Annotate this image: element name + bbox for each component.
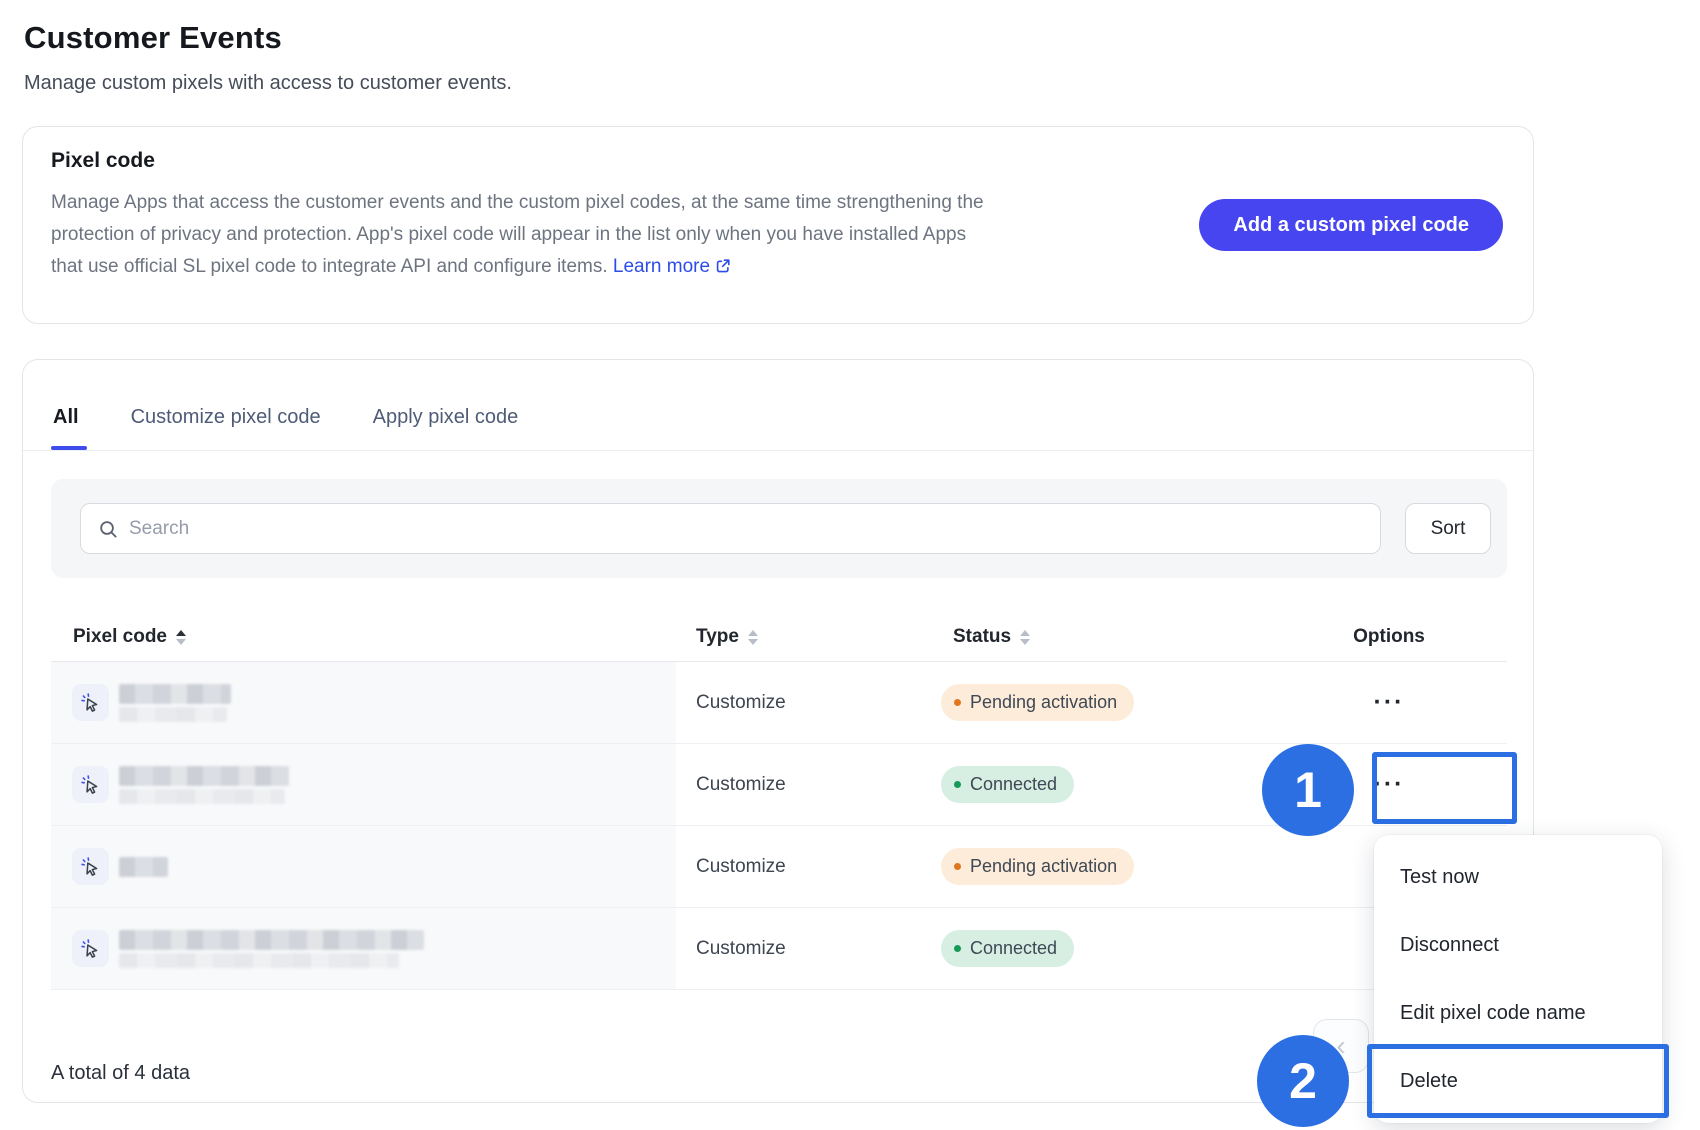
page-subtitle: Manage custom pixels with access to cust… <box>24 72 512 95</box>
tab-all[interactable]: All <box>53 406 79 429</box>
status-label: Connected <box>970 938 1057 959</box>
redacted-pixel-code-name <box>119 930 424 968</box>
type-cell: Customize <box>676 908 931 989</box>
learn-more-link[interactable]: Learn more <box>613 256 732 277</box>
pixel-code-card: Pixel code Manage Apps that access the c… <box>22 126 1534 324</box>
redacted-pixel-code-name <box>119 766 289 804</box>
search-panel: Sort <box>51 479 1507 578</box>
column-header-type[interactable]: Type <box>676 626 931 648</box>
status-dot-icon <box>954 945 961 952</box>
column-header-status[interactable]: Status <box>931 626 1271 648</box>
status-label: Connected <box>970 774 1057 795</box>
step2-badge: 2 <box>1257 1035 1349 1127</box>
menu-item-label: Disconnect <box>1400 934 1499 957</box>
column-header-pixel-code[interactable]: Pixel code <box>51 626 676 648</box>
status-badge: Pending activation <box>941 848 1134 885</box>
status-badge: Connected <box>941 766 1074 803</box>
status-cell: Connected <box>931 908 1271 989</box>
pixel-code-card-description: Manage Apps that access the customer eve… <box>51 187 1186 286</box>
type-cell: Customize <box>676 744 931 825</box>
pixel-code-cell <box>51 744 676 825</box>
status-dot-icon <box>954 863 961 870</box>
pixel-cursor-icon <box>72 684 109 721</box>
status-badge: Connected <box>941 930 1074 967</box>
tab-customize-pixel-code[interactable]: Customize pixel code <box>131 406 321 429</box>
step1-highlight-ring <box>1372 752 1517 824</box>
options-cell: ··· <box>1271 662 1507 743</box>
customer-events-page: Customer Events Manage custom pixels wit… <box>0 0 1700 1130</box>
redacted-pixel-code-name <box>119 684 231 722</box>
redacted-pixel-code-name <box>119 857 168 877</box>
sort-arrows-icon[interactable] <box>748 630 758 645</box>
search-box[interactable] <box>80 503 1381 554</box>
type-cell: Customize <box>676 826 931 907</box>
learn-more-label: Learn more <box>613 256 710 277</box>
column-label: Type <box>696 626 739 648</box>
status-label: Pending activation <box>970 692 1117 713</box>
status-cell: Connected <box>931 744 1271 825</box>
status-badge: Pending activation <box>941 684 1134 721</box>
sort-arrows-icon[interactable] <box>1020 630 1030 645</box>
table-row: Customize Pending activation ··· <box>51 662 1507 744</box>
table-row: Customize Connected ··· <box>51 908 1507 990</box>
menu-item-label: Delete <box>1400 1070 1458 1093</box>
column-label: Pixel code <box>73 626 167 648</box>
status-dot-icon <box>954 781 961 788</box>
pixel-code-card-title: Pixel code <box>51 149 155 173</box>
step1-badge: 1 <box>1262 744 1354 836</box>
menu-item-label: Edit pixel code name <box>1400 1002 1586 1025</box>
search-icon <box>98 519 119 540</box>
tabs: All Customize pixel code Apply pixel code <box>53 406 518 429</box>
column-label: Status <box>953 626 1011 648</box>
external-link-icon <box>714 254 732 286</box>
search-input[interactable] <box>129 504 1369 553</box>
pixel-list-card: AllCustomize pixel codeApply pixel code … <box>22 359 1534 1103</box>
menu-item-delete[interactable]: Delete <box>1374 1047 1662 1115</box>
description-line-1: Manage Apps that access the customer eve… <box>51 192 984 213</box>
row-options-context-menu: Test now Disconnect Edit pixel code name De… <box>1374 835 1662 1123</box>
menu-item-disconnect[interactable]: Disconnect <box>1374 911 1662 979</box>
menu-item-label: Test now <box>1400 866 1479 889</box>
menu-item-test-now[interactable]: Test now <box>1374 843 1662 911</box>
pixel-code-cell <box>51 662 676 743</box>
total-count-label: A total of 4 data <box>51 1062 190 1085</box>
pixel-code-cell <box>51 826 676 907</box>
page-title: Customer Events <box>24 20 282 56</box>
pixel-code-cell <box>51 908 676 989</box>
status-dot-icon <box>954 699 961 706</box>
status-cell: Pending activation <box>931 662 1271 743</box>
sort-arrows-icon[interactable] <box>176 630 186 645</box>
description-line-3: that use official SL pixel code to integ… <box>51 256 608 277</box>
table-header: Pixel code Type Status Options <box>51 613 1507 662</box>
pixel-cursor-icon <box>72 930 109 967</box>
pixel-cursor-icon <box>72 848 109 885</box>
pixel-cursor-icon <box>72 766 109 803</box>
add-custom-pixel-code-button[interactable]: Add a custom pixel code <box>1199 199 1503 251</box>
status-cell: Pending activation <box>931 826 1271 907</box>
description-line-2: protection of privacy and protection. Ap… <box>51 224 966 245</box>
menu-item-edit-pixel-code-name[interactable]: Edit pixel code name <box>1374 979 1662 1047</box>
status-label: Pending activation <box>970 856 1117 877</box>
more-options-icon[interactable]: ··· <box>1374 690 1405 715</box>
column-label: Options <box>1353 626 1425 648</box>
type-cell: Customize <box>676 662 931 743</box>
table-row: Customize Pending activation ··· <box>51 826 1507 908</box>
tab-apply-pixel-code[interactable]: Apply pixel code <box>373 406 519 429</box>
column-header-options: Options <box>1271 626 1507 648</box>
tabs-divider <box>23 450 1533 451</box>
sort-button[interactable]: Sort <box>1405 503 1491 554</box>
